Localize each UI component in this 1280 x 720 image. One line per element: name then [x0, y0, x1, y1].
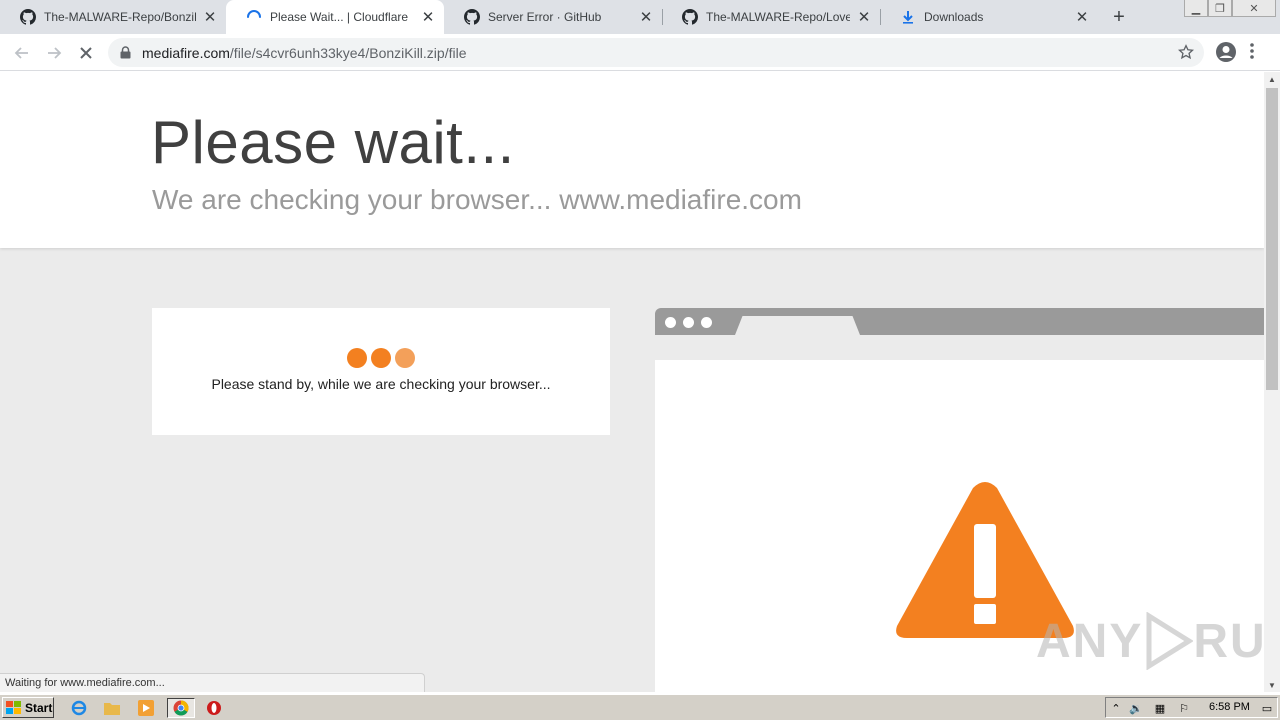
folder-icon[interactable] — [102, 698, 122, 718]
back-button[interactable] — [10, 41, 34, 65]
internet-explorer-icon[interactable] — [69, 698, 89, 718]
opera-icon[interactable] — [204, 698, 224, 718]
illustration-titlebar — [655, 308, 1264, 335]
url-domain: mediafire.com — [142, 44, 230, 61]
show-desktop-icon[interactable]: ▭ — [1259, 700, 1275, 716]
illustration-dot — [665, 317, 676, 328]
github-icon — [20, 9, 36, 25]
close-icon[interactable]: ✕ — [1074, 9, 1090, 26]
loading-dot — [395, 348, 415, 368]
tab-cloudflare[interactable]: Please Wait... | Cloudflare ✕ — [226, 0, 444, 34]
close-icon[interactable]: ✕ — [638, 9, 654, 26]
restore-icon[interactable]: ❐ — [1208, 0, 1232, 17]
stop-button[interactable] — [74, 41, 98, 65]
loading-dot — [347, 348, 367, 368]
media-player-icon[interactable] — [136, 698, 156, 718]
github-icon — [682, 9, 698, 25]
tab-title: Please Wait... | Cloudflare — [270, 10, 409, 24]
lock-icon — [120, 46, 134, 59]
start-label: Start — [25, 700, 53, 715]
page-header: Please wait... We are checking your brow… — [0, 72, 1264, 248]
stop-icon — [80, 47, 92, 59]
download-icon — [900, 9, 916, 25]
illustration-dot — [701, 317, 712, 328]
close-icon[interactable]: ✕ — [856, 9, 872, 26]
page-viewport: Please wait... We are checking your brow… — [0, 72, 1264, 692]
chevron-up-icon[interactable]: ⌃ — [1108, 700, 1124, 716]
tab-title: The-MALWARE-Repo/LoveYou.exe — [706, 10, 850, 24]
more-menu-icon[interactable] — [1250, 42, 1254, 65]
clock: 6:58 PM — [1209, 701, 1250, 713]
chrome-icon[interactable] — [167, 698, 195, 718]
standby-message: Please stand by, while we are checking y… — [211, 376, 551, 392]
page-title: Please wait... — [151, 109, 515, 176]
windows-logo-icon — [6, 700, 21, 714]
watermark-left: ANY — [1036, 614, 1144, 668]
forward-button[interactable] — [42, 41, 66, 65]
illustration-tab — [735, 316, 860, 335]
volume-icon[interactable]: 🔉 — [1128, 700, 1144, 716]
play-icon — [1146, 612, 1194, 670]
scroll-up-icon[interactable]: ▲ — [1264, 72, 1280, 86]
loading-dot — [371, 348, 391, 368]
loading-dots-icon — [347, 348, 415, 368]
start-button[interactable]: Start — [2, 697, 54, 718]
tab-title: Server Error · GitHub — [488, 10, 602, 24]
url-path: /file/s4cvr6unh33kye4/BonziKill.zip/file — [229, 44, 467, 61]
minimize-icon[interactable]: ▁ — [1184, 0, 1208, 17]
flag-icon[interactable]: ⚐ — [1176, 700, 1192, 716]
tab-loveyou[interactable]: The-MALWARE-Repo/LoveYou.exe ✕ — [662, 0, 880, 34]
anyrun-watermark: ANY RUN — [1036, 612, 1264, 670]
tab-bonzikill[interactable]: The-MALWARE-Repo/BonziKill.bat ✕ — [0, 0, 226, 34]
close-icon[interactable]: ✕ — [202, 9, 218, 26]
illustration-toolbar — [655, 335, 1264, 360]
tab-title: The-MALWARE-Repo/BonziKill.bat — [44, 10, 196, 24]
bookmark-star-icon[interactable] — [1177, 44, 1195, 65]
tab-title: Downloads — [924, 10, 984, 24]
vertical-scrollbar[interactable]: ▲ ▼ — [1264, 72, 1280, 692]
profile-avatar-icon[interactable] — [1215, 41, 1237, 68]
address-bar[interactable]: mediafire.com/file/s4cvr6unh33kye4/Bonzi… — [108, 38, 1204, 67]
illustration-dot — [683, 317, 694, 328]
tab-strip: The-MALWARE-Repo/BonziKill.bat ✕ Please … — [0, 0, 1280, 34]
browser-toolbar: mediafire.com/file/s4cvr6unh33kye4/Bonzi… — [0, 34, 1280, 71]
new-tab-button[interactable]: + — [1108, 6, 1130, 28]
standby-card: Please stand by, while we are checking y… — [152, 308, 610, 435]
system-tray: ⌃ 🔉 ▦ ⚐ 6:58 PM ▭ — [1105, 697, 1278, 718]
network-icon[interactable]: ▦ — [1152, 700, 1168, 716]
page-subtitle: We are checking your browser... www.medi… — [152, 184, 802, 215]
watermark-right: RUN — [1193, 614, 1264, 668]
loading-spinner-icon — [246, 9, 262, 25]
arrow-right-icon — [48, 47, 62, 59]
arrow-left-icon — [14, 47, 28, 59]
url-text: mediafire.com/file/s4cvr6unh33kye4/Bonzi… — [142, 45, 467, 61]
scrollbar-thumb[interactable] — [1266, 88, 1278, 390]
close-icon[interactable]: ✕ — [420, 9, 436, 26]
tab-downloads[interactable]: Downloads ✕ — [880, 0, 1098, 34]
close-window-icon[interactable]: ✕ — [1232, 0, 1276, 17]
scroll-down-icon[interactable]: ▼ — [1264, 678, 1280, 692]
status-bubble: Waiting for www.mediafire.com... — [0, 673, 425, 692]
taskbar: Start ⌃ 🔉 ▦ ⚐ 6:58 PM ▭ — [0, 694, 1280, 720]
tab-server-error[interactable]: Server Error · GitHub ✕ — [444, 0, 662, 34]
github-icon — [464, 9, 480, 25]
